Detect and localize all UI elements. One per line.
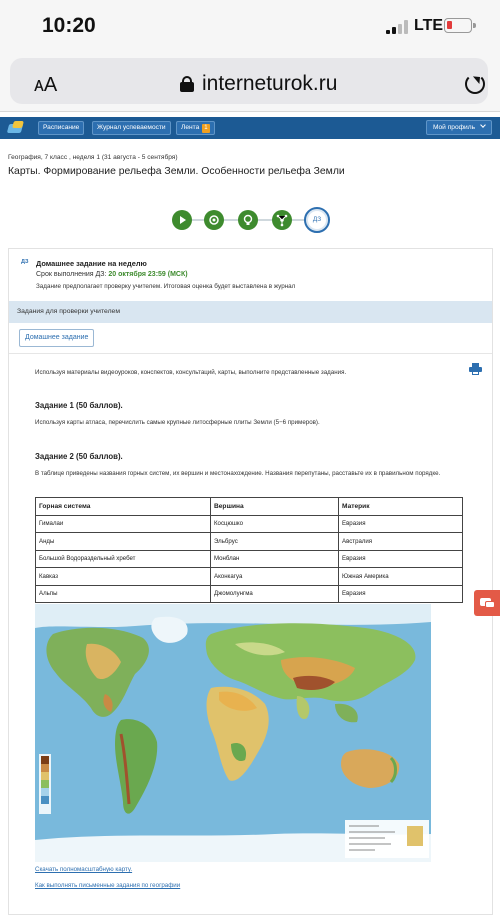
table-cell: Евразия <box>338 514 463 533</box>
table-cell: Эльбрус <box>210 532 339 551</box>
table-cell: Австралия <box>338 532 463 551</box>
nav-grades-button[interactable]: Журнал успеваемости <box>92 121 171 135</box>
deadline-label: Срок выполнения ДЗ: <box>36 271 107 278</box>
play-icon <box>180 216 186 224</box>
deadline: Срок выполнения ДЗ: 20 октября 23:59 (МС… <box>36 271 188 278</box>
compass-icon <box>209 215 219 225</box>
chevron-down-icon <box>480 122 486 128</box>
lesson-steps: ДЗ <box>170 207 340 233</box>
status-time: 10:20 <box>42 14 96 37</box>
chat-button[interactable] <box>474 590 500 616</box>
table-cell: Аконкагуа <box>210 567 339 586</box>
download-map-link[interactable]: Скачать полномасштабную карту. <box>35 866 132 873</box>
table-row: Альпы Джомолунгма Евразия <box>35 584 463 603</box>
task2-text: В таблице приведены названия горных сист… <box>35 470 441 477</box>
profile-menu-button[interactable]: Мой профиль <box>425 120 492 135</box>
table-cell: Евразия <box>338 549 463 568</box>
world-physical-map <box>35 604 431 862</box>
play-video-step[interactable] <box>172 210 192 230</box>
task2-title: Задание 2 (50 баллов). <box>35 452 123 461</box>
breadcrumb: География, 7 класс , неделя 1 (31 август… <box>8 154 178 161</box>
table-row: Большой Водораздельный хребет Монблан Ев… <box>35 549 463 568</box>
lightbulb-icon <box>243 214 253 225</box>
site-navbar: Расписание Журнал успеваемости Лента 1 Мо… <box>0 117 500 139</box>
table-cell: Косцюшко <box>210 514 339 533</box>
network-type: LTE <box>414 17 444 34</box>
signal-icon <box>386 20 408 34</box>
feed-count-badge: 1 <box>202 124 210 133</box>
table-cell: Евразия <box>338 584 463 603</box>
homework-tag: ДЗ <box>21 259 29 265</box>
table-cell: Анды <box>35 532 211 551</box>
table-header-row: Горная система Вершина Материк <box>35 497 463 516</box>
homework-card: ДЗ Домашнее задание на неделю Срок выпол… <box>8 248 493 915</box>
column-header: Вершина <box>210 497 339 516</box>
column-header: Материк <box>338 497 463 516</box>
homework-title: Домашнее задание на неделю <box>36 259 147 268</box>
ios-status-bar: 10:20 LTE <box>0 0 500 52</box>
browser-address-bar: ᴀA interneturok.ru <box>0 52 500 112</box>
battery-icon <box>444 18 476 33</box>
instructions-text: Используя материалы видеоуроков, конспек… <box>35 369 347 376</box>
reload-icon[interactable] <box>465 74 485 94</box>
table-row: Гималаи Косцюшко Евразия <box>35 514 463 533</box>
homework-step[interactable]: ДЗ <box>304 207 330 233</box>
print-icon[interactable] <box>469 363 482 375</box>
summary-step[interactable] <box>204 210 224 230</box>
site-logo[interactable] <box>6 120 26 136</box>
task1-title: Задание 1 (50 баллов). <box>35 401 123 410</box>
table-cell: Гималаи <box>35 514 211 533</box>
how-to-link[interactable]: Как выполнять письменные задания по геог… <box>35 882 180 889</box>
url-text[interactable]: interneturok.ru <box>202 72 337 96</box>
mountains-table: Горная система Вершина Материк Гималаи К… <box>35 497 463 603</box>
table-cell: Большой Водораздельный хребет <box>35 549 211 568</box>
deadline-value: 20 октября 23:59 (МСК) <box>108 271 188 278</box>
network-icon <box>276 214 288 227</box>
task1-text: Используя карты атласа, перечислить самы… <box>35 419 320 426</box>
column-header: Горная система <box>35 497 211 516</box>
table-cell: Джомолунгма <box>210 584 339 603</box>
profile-label: Мой профиль <box>432 124 475 131</box>
nav-schedule-button[interactable]: Расписание <box>38 121 85 135</box>
tab-homework[interactable]: Домашнее задание <box>19 329 95 347</box>
text-size-button[interactable]: ᴀA <box>34 74 57 97</box>
table-cell: Южная Америка <box>338 567 463 586</box>
nav-feed-button[interactable]: Лента 1 <box>176 121 215 135</box>
table-cell: Кавказ <box>35 567 211 586</box>
table-cell: Монблан <box>210 549 339 568</box>
grading-note: Задание предполагает проверку учителем. … <box>36 283 296 290</box>
table-row: Кавказ Аконкагуа Южная Америка <box>35 567 463 586</box>
trainer-step[interactable] <box>272 210 292 230</box>
table-row: Анды Эльбрус Австралия <box>35 532 463 551</box>
teacher-tasks-section: Задания для проверки учителем <box>9 301 492 323</box>
table-cell: Альпы <box>35 584 211 603</box>
lock-icon <box>180 76 194 92</box>
divider <box>9 353 492 354</box>
nav-feed-label: Лента <box>181 124 200 131</box>
tips-step[interactable] <box>238 210 258 230</box>
page-title: Карты. Формирование рельефа Земли. Особе… <box>8 166 345 177</box>
url-field[interactable]: ᴀA interneturok.ru <box>10 58 488 104</box>
